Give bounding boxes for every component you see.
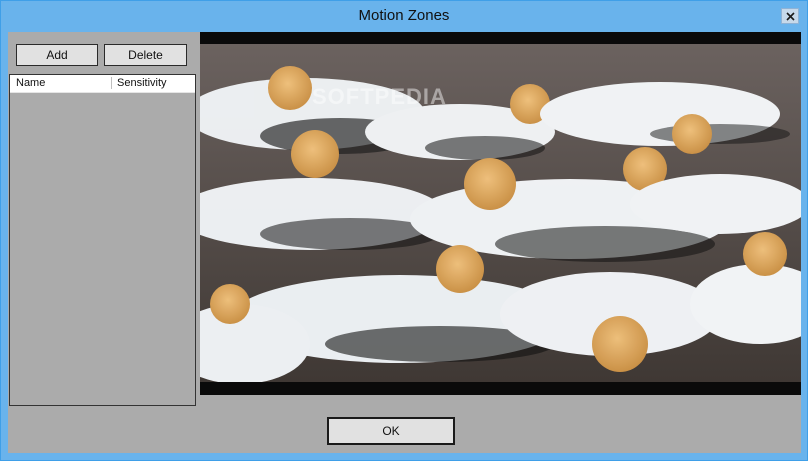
window-title: Motion Zones xyxy=(358,7,450,24)
video-preview[interactable]: SOFTPEDIA xyxy=(200,32,801,395)
motion-zones-window: Motion Zones Add Delete Name Sensitivity xyxy=(0,0,808,461)
dialog-client-area: Add Delete Name Sensitivity SOFTPEDIA OK xyxy=(8,32,801,453)
ok-button[interactable]: OK xyxy=(327,417,455,445)
zones-list[interactable]: Name Sensitivity xyxy=(9,74,196,406)
video-image xyxy=(200,44,801,382)
close-icon xyxy=(785,11,795,21)
column-separator[interactable] xyxy=(111,77,112,89)
close-button[interactable] xyxy=(781,8,799,24)
watermark-text: SOFTPEDIA xyxy=(312,84,447,109)
add-button[interactable]: Add xyxy=(16,44,98,66)
list-header: Name Sensitivity xyxy=(10,75,195,93)
column-header-sensitivity[interactable]: Sensitivity xyxy=(117,77,167,89)
delete-button[interactable]: Delete xyxy=(104,44,187,66)
column-header-name[interactable]: Name xyxy=(16,77,45,89)
titlebar[interactable]: Motion Zones xyxy=(1,1,807,32)
video-frame[interactable]: SOFTPEDIA xyxy=(200,44,801,382)
